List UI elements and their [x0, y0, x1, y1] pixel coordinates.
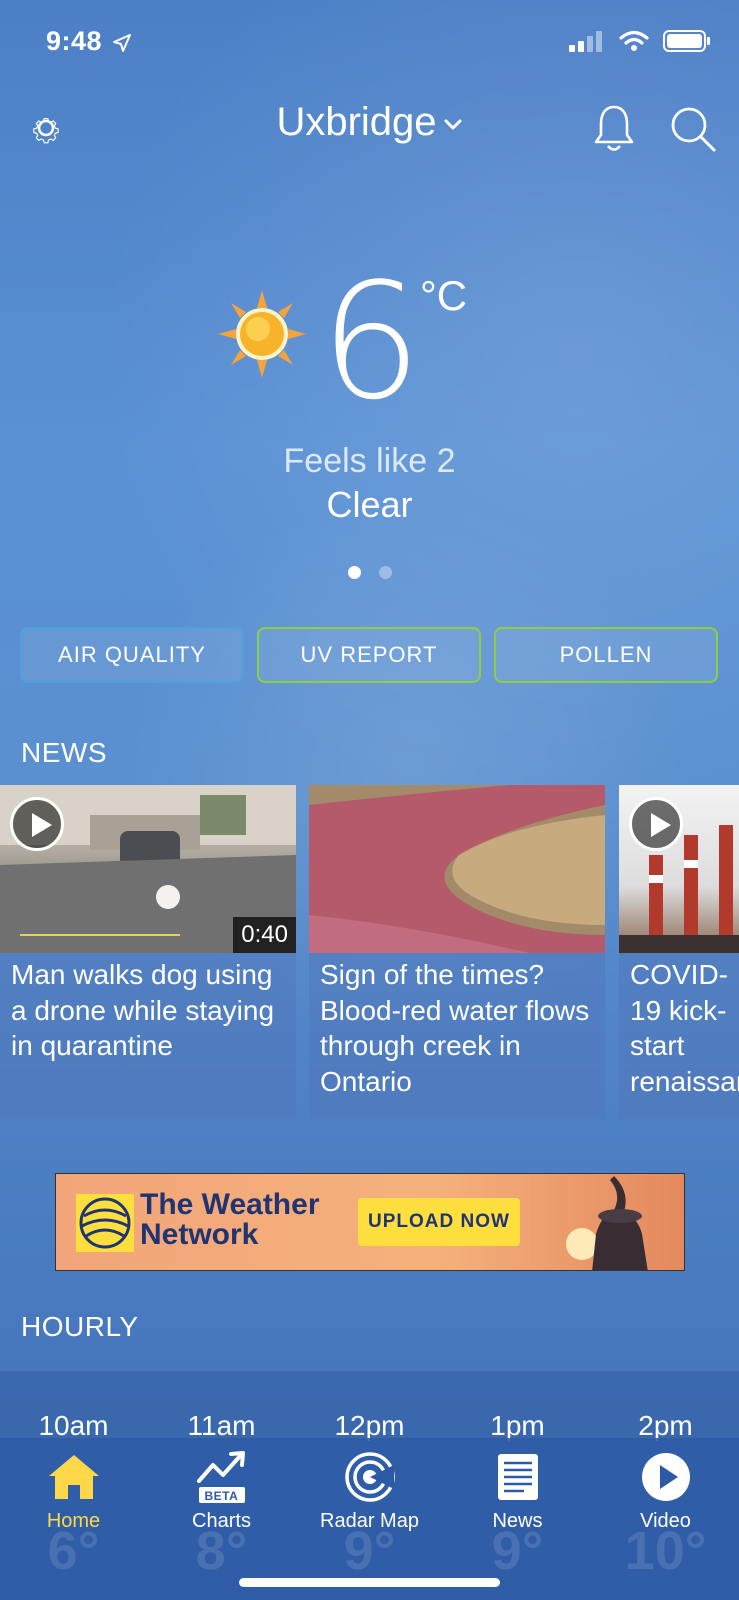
chip-label: UV REPORT — [300, 642, 438, 667]
city-name: Uxbridge — [276, 100, 437, 144]
tab-label: Video — [640, 1510, 691, 1532]
ad-brand-line2: Network — [140, 1218, 259, 1251]
temperature-unit: °C — [420, 272, 468, 319]
chip-label: POLLEN — [559, 642, 653, 667]
chevron-down-icon — [444, 119, 462, 130]
video-duration: 0:40 — [233, 917, 296, 953]
wifi-icon — [619, 30, 649, 51]
hourly-section-title: HOURLY — [21, 1311, 139, 1342]
condition-text: Clear — [326, 484, 413, 525]
news-icon — [497, 1454, 538, 1500]
tab-label: Radar Map — [320, 1510, 419, 1532]
status-icons — [569, 30, 711, 52]
radar-icon — [344, 1452, 395, 1502]
news-headline: Sign of the times? Blood-red water flows… — [320, 959, 590, 1097]
page-indicator[interactable] — [0, 566, 739, 579]
upload-now-button[interactable]: UPLOAD NOW — [358, 1198, 520, 1246]
beta-badge: BETA — [204, 1489, 239, 1503]
weather-network-logo — [76, 1194, 134, 1252]
search-icon — [671, 107, 716, 152]
tab-label: News — [492, 1510, 543, 1532]
tab-label: Home — [46, 1510, 101, 1532]
play-icon — [10, 797, 64, 851]
chip-label: AIR QUALITY — [58, 642, 206, 667]
news-card[interactable]: Sign of the times? Blood-red water flows… — [309, 785, 605, 1119]
page-dot-2[interactable] — [378, 566, 392, 579]
cellular-signal-icon — [569, 31, 602, 52]
feels-like: Feels like 2 — [283, 442, 456, 480]
home-icon — [48, 1455, 99, 1499]
play-icon — [629, 797, 683, 851]
pollen-button[interactable]: POLLEN — [494, 627, 718, 683]
bell-icon — [594, 105, 634, 151]
home-indicator[interactable] — [239, 1578, 500, 1587]
ad-brand-line1: The Weather — [140, 1188, 320, 1221]
ad-banner[interactable]: The Weather Network UPLOAD NOW — [55, 1173, 685, 1271]
news-card[interactable]: COVID-19 kick-start renaissance stunt it — [619, 785, 739, 1119]
page-dot-1[interactable] — [347, 566, 361, 579]
air-quality-button[interactable]: AIR QUALITY — [20, 627, 244, 683]
tab-charts[interactable]: BETA Charts — [148, 1448, 295, 1533]
sun-icon — [216, 288, 308, 380]
battery-icon — [663, 30, 710, 52]
status-time: 9:48 — [46, 26, 132, 57]
ad-brand: The Weather Network — [140, 1190, 320, 1250]
location-arrow-icon — [113, 33, 132, 52]
tab-radar-map[interactable]: Radar Map — [296, 1448, 443, 1533]
tab-video[interactable]: Video — [592, 1448, 739, 1533]
ad-photo — [566, 1176, 648, 1270]
tab-home[interactable]: Home — [0, 1448, 147, 1533]
news-section-title: NEWS — [21, 737, 107, 768]
news-headline-truncated: COVID-19 kick-start renaissance stunt it — [630, 957, 739, 1097]
notifications-button[interactable] — [590, 102, 638, 156]
current-temperature: 6 — [320, 248, 422, 435]
news-card[interactable]: 0:40 Man walks dog using a drone while s… — [0, 785, 296, 1119]
video-icon — [641, 1453, 690, 1501]
news-thumbnail — [309, 785, 605, 953]
tab-news[interactable]: News — [444, 1448, 591, 1533]
news-headline: COVID-19 kick-start renaissance stunt it — [630, 959, 739, 1097]
uv-report-button[interactable]: UV REPORT — [257, 627, 481, 683]
news-headline: Man walks dog using a drone while stayin… — [11, 959, 275, 1061]
news-thumbnail — [619, 785, 739, 953]
search-button[interactable] — [668, 104, 718, 154]
news-thumbnail: 0:40 — [0, 785, 296, 953]
tab-label: Charts — [192, 1510, 251, 1532]
